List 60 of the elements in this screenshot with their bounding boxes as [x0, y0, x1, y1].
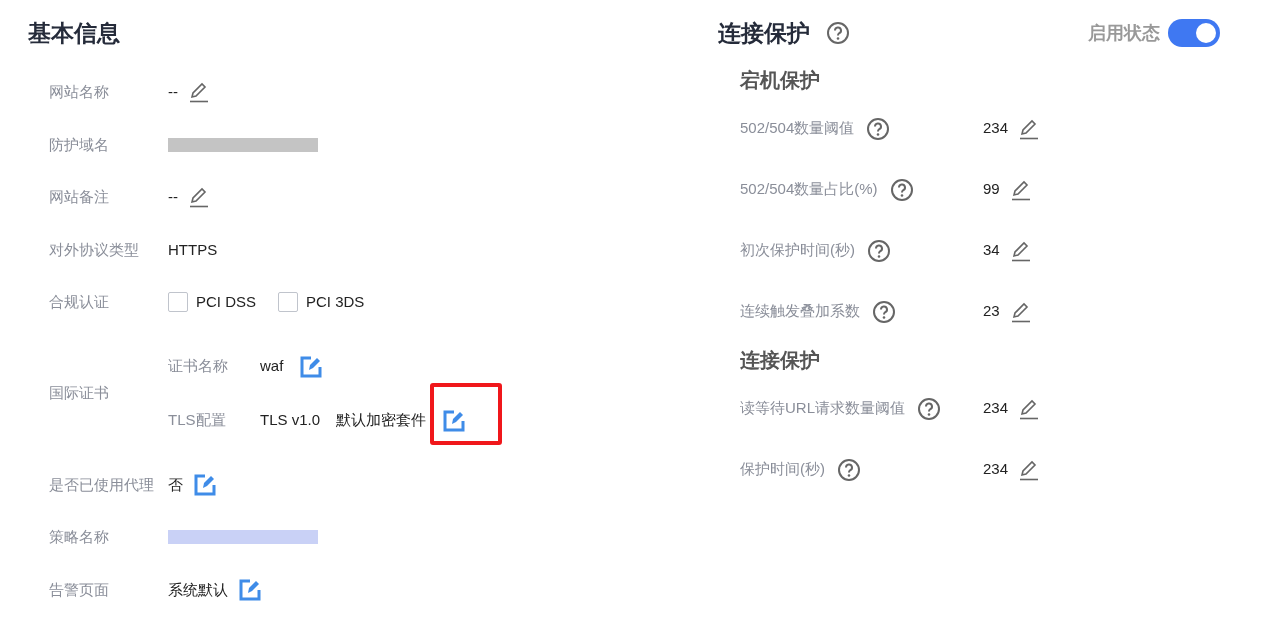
checkbox[interactable]	[278, 292, 298, 313]
edit-icon[interactable]	[1018, 397, 1041, 420]
field-label: 连续触发叠加系数	[740, 301, 860, 322]
field-label: 合规认证	[48, 292, 110, 312]
help-icon[interactable]	[917, 396, 941, 421]
help-icon[interactable]	[889, 177, 914, 202]
field-value: 34	[983, 240, 1000, 261]
field-label: 网站备注	[48, 187, 110, 207]
field-value: 234	[983, 118, 1009, 139]
edit-icon[interactable]	[238, 577, 262, 602]
field-label: 对外协议类型	[48, 239, 140, 260]
edit-icon[interactable]	[188, 81, 210, 104]
field-label: 防护域名	[48, 134, 110, 155]
field-value: --	[168, 82, 178, 102]
field-label: 策略名称	[48, 527, 110, 547]
field-value: 否	[168, 474, 183, 495]
field-value: 99	[983, 179, 1000, 200]
field-value: TLS v1.0	[260, 410, 321, 431]
field-label: 初次保护时间(秒)	[740, 240, 855, 261]
field-value: 234	[983, 398, 1009, 419]
field-label: 502/504数量阈值	[740, 118, 855, 139]
toggle-switch[interactable]	[1168, 19, 1220, 47]
subsection-title: 宕机保护	[739, 68, 821, 93]
field-label: 读等待URL请求数量阈值	[740, 398, 905, 419]
edit-icon[interactable]	[442, 408, 467, 433]
field-value: waf	[260, 356, 284, 377]
help-icon[interactable]	[866, 116, 891, 141]
field-label: TLS配置	[168, 410, 227, 431]
field-label: 是否已使用代理	[48, 474, 155, 495]
edit-icon[interactable]	[1018, 117, 1041, 140]
section-title: 连接保护	[718, 19, 810, 48]
help-icon[interactable]	[837, 457, 861, 482]
field-label: 502/504数量占比(%)	[740, 179, 878, 200]
edit-icon[interactable]	[299, 354, 324, 379]
toggle-label: 启用状态	[1088, 21, 1160, 45]
edit-icon[interactable]	[193, 472, 217, 497]
checkbox-label: PCI 3DS	[306, 292, 365, 312]
edit-icon[interactable]	[1018, 458, 1041, 481]
edit-icon[interactable]	[1009, 239, 1032, 262]
edit-icon[interactable]	[188, 186, 210, 209]
checkbox[interactable]	[168, 292, 188, 313]
edit-icon[interactable]	[1009, 178, 1032, 201]
field-value: 23	[983, 301, 1000, 322]
field-label: 国际证书	[48, 383, 110, 404]
field-label: 保护时间(秒)	[740, 459, 825, 480]
help-icon[interactable]	[826, 21, 850, 45]
field-value: 默认加密套件	[336, 410, 427, 431]
field-value: 系统默认	[168, 579, 228, 600]
field-label: 告警页面	[48, 579, 110, 600]
field-value: --	[168, 187, 178, 207]
help-icon[interactable]	[867, 238, 891, 263]
field-value: 234	[983, 459, 1009, 480]
edit-icon[interactable]	[1009, 300, 1032, 323]
subsection-title: 连接保护	[739, 348, 821, 373]
checkbox-label: PCI DSS	[196, 292, 256, 312]
field-label: 网站名称	[48, 82, 110, 102]
section-title: 基本信息	[28, 19, 121, 48]
field-value: HTTPS	[168, 239, 218, 260]
help-icon[interactable]	[872, 299, 896, 324]
field-label: 证书名称	[168, 356, 229, 377]
